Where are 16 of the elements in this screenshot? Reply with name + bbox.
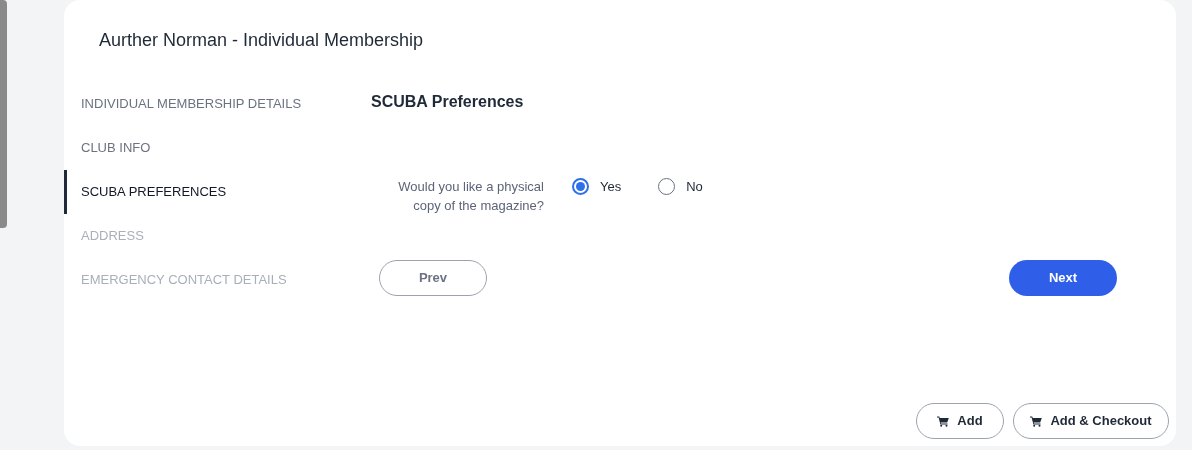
prev-button[interactable]: Prev	[379, 260, 487, 296]
question-label: Would you like a physical copy of the magazine?	[397, 178, 544, 215]
cart-icon	[937, 415, 950, 427]
step-tab[interactable]: SCUBA PREFERENCES	[64, 170, 371, 214]
radio-label: No	[686, 177, 703, 196]
add-checkout-button[interactable]: Add & Checkout	[1013, 403, 1169, 439]
scrollbar-thumb[interactable]	[0, 0, 7, 228]
cart-icon	[1030, 415, 1043, 427]
step-tab[interactable]: CLUB INFO	[64, 126, 371, 170]
step-tab[interactable]: INDIVIDUAL MEMBERSHIP DETAILS	[64, 82, 371, 126]
add-button[interactable]: Add	[916, 403, 1004, 439]
section-heading: SCUBA Preferences	[371, 92, 524, 112]
next-button[interactable]: Next	[1009, 260, 1117, 296]
card-title: Aurther Norman - Individual Membership	[99, 29, 424, 51]
radio-button[interactable]	[572, 178, 589, 195]
radio-label: Yes	[600, 177, 622, 196]
